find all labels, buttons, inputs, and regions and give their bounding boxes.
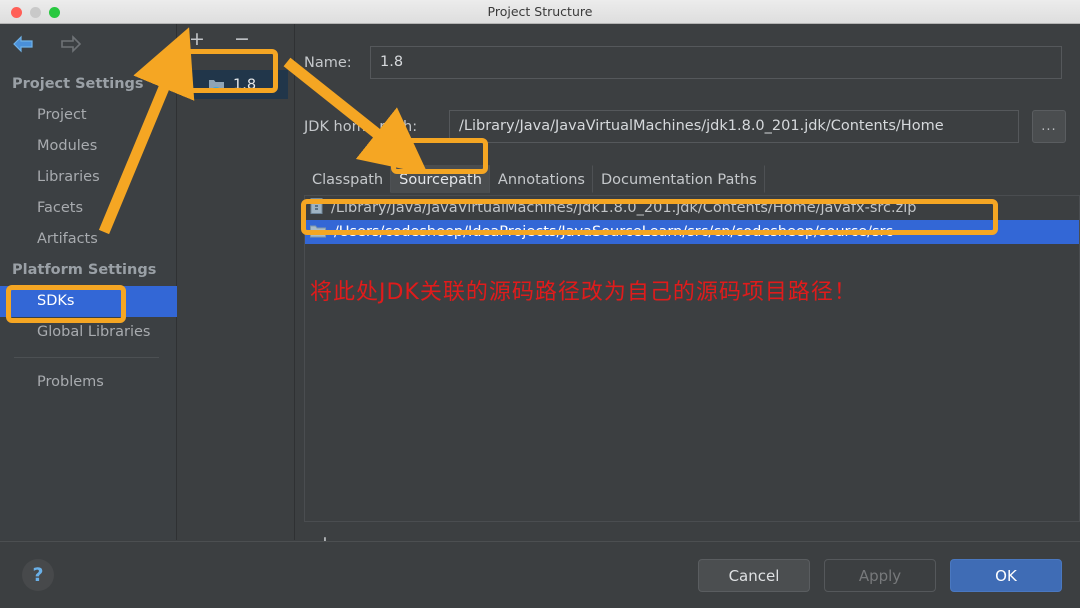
list-item-path: /Library/Java/JavaVirtualMachines/jdk1.8…: [331, 200, 917, 216]
sdk-list-toolbar: + −: [178, 28, 295, 54]
sidebar-item-project[interactable]: Project: [0, 100, 177, 131]
sidebar-item-libraries[interactable]: Libraries: [0, 162, 177, 193]
sidebar-divider: [14, 357, 159, 358]
sidebar-item-problems[interactable]: Problems: [0, 367, 177, 398]
list-item[interactable]: /Library/Java/JavaVirtualMachines/jdk1.8…: [305, 196, 1079, 220]
tab-classpath[interactable]: Classpath: [304, 165, 392, 193]
jdk-home-path-input[interactable]: /Library/Java/JavaVirtualMachines/jdk1.8…: [449, 110, 1019, 143]
sdk-list-item-1.8[interactable]: 1.8: [188, 70, 288, 99]
jdk-home-path-row: JDK home path: /Library/Java/JavaVirtual…: [304, 110, 1066, 143]
annotation-note: 将此处JDK关联的源码路径改为自己的源码项目路径！: [310, 280, 857, 305]
window-title: Project Structure: [487, 4, 593, 19]
jdk-folder-icon: [208, 77, 226, 93]
cancel-button[interactable]: Cancel: [698, 559, 810, 592]
navigation-arrows: [10, 32, 84, 56]
project-structure-dialog: Project Structure Project Settings Proje…: [0, 0, 1080, 608]
tab-sourcepath[interactable]: Sourcepath: [391, 165, 490, 193]
remove-sdk-button[interactable]: −: [231, 28, 253, 50]
sidebar-item-artifacts[interactable]: Artifacts: [0, 224, 177, 255]
sdk-list-panel: + − 1.8: [178, 24, 295, 540]
folder-icon: [310, 223, 326, 242]
sidebar-item-global-libraries[interactable]: Global Libraries: [0, 317, 177, 348]
sdk-list-item-label: 1.8: [233, 76, 257, 93]
dialog-footer: ? Cancel Apply OK: [0, 541, 1080, 608]
group-label-project-settings: Project Settings: [12, 76, 144, 92]
group-label-platform-settings: Platform Settings: [12, 262, 157, 278]
zip-archive-icon: [310, 198, 323, 218]
window-titlebar: Project Structure: [0, 0, 1080, 24]
ok-button[interactable]: OK: [950, 559, 1062, 592]
list-item[interactable]: /Users/codesheep/IdeaProjects/JavaSource…: [305, 220, 1079, 244]
name-label: Name:: [304, 54, 352, 71]
sidebar-item-modules[interactable]: Modules: [0, 131, 177, 162]
sdk-detail-panel: Name: 1.8 JDK home path: /Library/Java/J…: [296, 24, 1080, 552]
settings-sidebar: Project Settings Project Modules Librari…: [0, 24, 177, 540]
name-row: Name: 1.8: [304, 46, 1062, 79]
sidebar-nav-list: Project Settings Project Modules Librari…: [0, 69, 177, 398]
add-sdk-button[interactable]: +: [186, 28, 208, 50]
help-button[interactable]: ?: [22, 559, 54, 591]
browse-button[interactable]: ...: [1032, 110, 1066, 143]
name-input[interactable]: 1.8: [370, 46, 1062, 79]
tab-documentation-paths[interactable]: Documentation Paths: [593, 165, 765, 193]
back-arrow-icon[interactable]: [10, 32, 36, 56]
list-item-path: /Users/codesheep/IdeaProjects/JavaSource…: [334, 224, 894, 240]
jdk-home-path-label: JDK home path:: [304, 118, 418, 135]
tab-annotations[interactable]: Annotations: [490, 165, 593, 193]
forward-arrow-icon: [58, 32, 84, 56]
path-tabs: Classpath Sourcepath Annotations Documen…: [304, 165, 765, 193]
sourcepath-list[interactable]: /Library/Java/JavaVirtualMachines/jdk1.8…: [304, 195, 1080, 522]
apply-button: Apply: [824, 559, 936, 592]
sidebar-item-sdks[interactable]: SDKs: [0, 286, 177, 317]
sidebar-item-facets[interactable]: Facets: [0, 193, 177, 224]
